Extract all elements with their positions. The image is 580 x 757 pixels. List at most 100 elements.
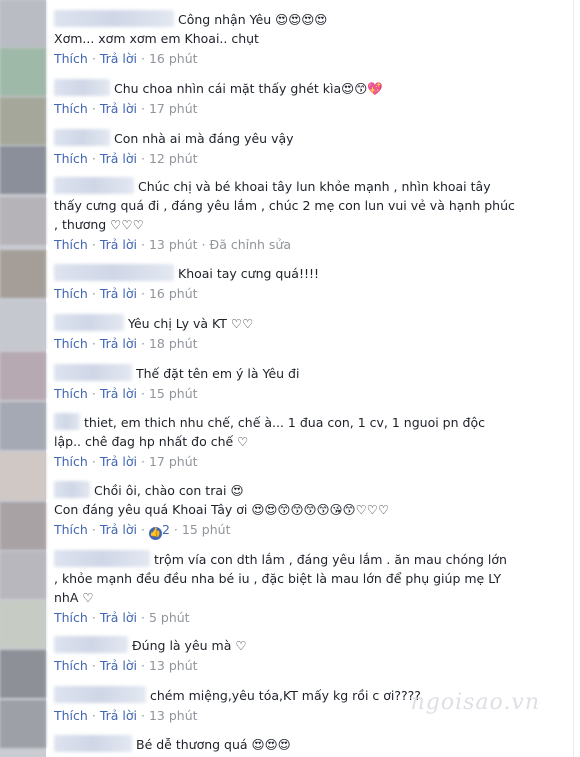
- avatar[interactable]: [0, 197, 46, 245]
- comment-actions: Thích · Trả lời · 13 phút: [54, 657, 570, 675]
- commenter-name[interactable]: [54, 314, 124, 331]
- like-link[interactable]: Thích: [54, 336, 88, 351]
- comment-actions: Thích · Trả lời · 👍2 · 15 phút: [54, 521, 570, 540]
- reply-link[interactable]: Trả lời: [100, 708, 137, 723]
- timestamp[interactable]: 13 phút: [149, 708, 198, 723]
- reply-link[interactable]: Trả lời: [100, 610, 137, 625]
- comment-actions: Thích · Trả lời · 16 phút: [54, 285, 570, 303]
- commenter-name[interactable]: [54, 10, 174, 27]
- like-count[interactable]: 2: [162, 522, 170, 537]
- avatar[interactable]: [0, 250, 46, 298]
- thumbs-up-icon: 👍: [148, 527, 162, 540]
- comment-text: Con nhà ai mà đáng yêu vậy: [114, 131, 294, 146]
- timestamp[interactable]: 17 phút: [149, 101, 198, 116]
- separator: ·: [140, 386, 145, 401]
- reply-link[interactable]: Trả lời: [100, 658, 137, 673]
- separator: ·: [140, 151, 145, 166]
- comment: trộm vía con dth lắm , đáng yêu lắm . ăn…: [54, 550, 570, 627]
- avatar[interactable]: [0, 97, 46, 145]
- comment: Đúng là yêu mà ♡ Thích · Trả lời · 13 phút: [54, 636, 570, 675]
- avatar[interactable]: [0, 650, 46, 698]
- commenter-name[interactable]: [54, 364, 132, 381]
- timestamp[interactable]: 12 phút: [149, 151, 198, 166]
- like-link[interactable]: Thích: [54, 101, 88, 116]
- separator: ·: [140, 101, 145, 116]
- comment-actions: Thích · Trả lời · 12 phút: [54, 150, 570, 168]
- reply-link[interactable]: Trả lời: [100, 101, 137, 116]
- separator: ·: [140, 708, 145, 723]
- separator: ·: [91, 386, 96, 401]
- separator: ·: [91, 151, 96, 166]
- comment: Thế đặt tên em ý là Yêu đi Thích · Trả lời…: [54, 364, 570, 403]
- avatar[interactable]: [0, 502, 46, 550]
- avatar[interactable]: [0, 302, 46, 350]
- timestamp[interactable]: 15 phút: [149, 386, 198, 401]
- reply-link[interactable]: Trả lời: [100, 522, 137, 537]
- separator: ·: [91, 237, 96, 252]
- comment-text: chém miệng,yêu tóa,KT mấy kg rồi c ơi???…: [150, 688, 421, 703]
- reply-link[interactable]: Trả lời: [100, 237, 137, 252]
- commenter-name[interactable]: [54, 79, 110, 96]
- timestamp[interactable]: 16 phút: [149, 51, 198, 66]
- separator: ·: [140, 658, 145, 673]
- timestamp[interactable]: 15 phút: [182, 522, 231, 537]
- commenter-name[interactable]: [54, 636, 128, 653]
- like-link[interactable]: Thích: [54, 151, 88, 166]
- commenter-name[interactable]: [54, 550, 150, 567]
- like-link[interactable]: Thích: [54, 454, 88, 469]
- avatar-column: [0, 0, 46, 757]
- like-link[interactable]: Thích: [54, 522, 88, 537]
- reply-link[interactable]: Trả lời: [100, 386, 137, 401]
- timestamp[interactable]: 13 phút: [149, 237, 198, 252]
- timestamp[interactable]: 16 phút: [149, 286, 198, 301]
- reply-link[interactable]: Trả lời: [100, 51, 137, 66]
- scroll-edge: [573, 0, 580, 757]
- like-link[interactable]: Thích: [54, 708, 88, 723]
- avatar[interactable]: [0, 48, 46, 96]
- avatar[interactable]: [0, 352, 46, 400]
- comment-text: Đúng là yêu mà ♡: [132, 638, 247, 653]
- reply-link[interactable]: Trả lời: [100, 454, 137, 469]
- timestamp[interactable]: 13 phút: [149, 658, 198, 673]
- like-link[interactable]: Thích: [54, 286, 88, 301]
- comment: Chồi ôi, chào con trai 😍 Con đáng yêu qu…: [54, 481, 570, 540]
- avatar[interactable]: [0, 146, 46, 194]
- avatar[interactable]: [0, 600, 46, 648]
- comment-text: Khoai tay cưng quá!!!!: [178, 266, 319, 281]
- commenter-name[interactable]: [54, 264, 174, 281]
- commenter-name[interactable]: [54, 686, 146, 703]
- timestamp[interactable]: 17 phút: [149, 454, 198, 469]
- avatar[interactable]: [0, 551, 46, 599]
- like-link[interactable]: Thích: [54, 51, 88, 66]
- avatar[interactable]: [0, 452, 46, 500]
- avatar[interactable]: [0, 402, 46, 450]
- commenter-name[interactable]: [54, 129, 110, 146]
- avatar[interactable]: [0, 0, 46, 48]
- edited-label[interactable]: Đã chỉnh sửa: [210, 237, 292, 252]
- commenter-name[interactable]: [54, 177, 134, 194]
- comment: Khoai tay cưng quá!!!! Thích · Trả lời · 16 …: [54, 264, 570, 303]
- comment-actions: Thích · Trả lời · 15 phút: [54, 385, 570, 403]
- like-link[interactable]: Thích: [54, 610, 88, 625]
- comment: Chúc chị và bé khoai tây lun khỏe mạnh ,…: [54, 177, 570, 254]
- like-link[interactable]: Thích: [54, 658, 88, 673]
- commenter-name[interactable]: [54, 413, 80, 430]
- separator: ·: [91, 454, 96, 469]
- separator: ·: [91, 101, 96, 116]
- comment-actions: Thích · Trả lời · 5 phút: [54, 609, 570, 627]
- timestamp[interactable]: 18 phút: [149, 336, 198, 351]
- comment-actions: Thích · Trả lời · 18 phút: [54, 335, 570, 353]
- like-link[interactable]: Thích: [54, 386, 88, 401]
- reply-link[interactable]: Trả lời: [100, 151, 137, 166]
- avatar[interactable]: [0, 700, 46, 748]
- comment-actions: Thích · Trả lời · 17 phút: [54, 100, 570, 118]
- reply-link[interactable]: Trả lời: [100, 286, 137, 301]
- timestamp[interactable]: 5 phút: [149, 610, 190, 625]
- comment: Công nhận Yêu 😍😍😍😍 Xơm... xơm xơm em Kho…: [54, 10, 570, 68]
- commenter-name[interactable]: [54, 481, 90, 498]
- watermark: ngoisao.vn: [410, 690, 540, 715]
- separator: ·: [140, 522, 145, 537]
- commenter-name[interactable]: [54, 735, 132, 752]
- reply-link[interactable]: Trả lời: [100, 336, 137, 351]
- like-link[interactable]: Thích: [54, 237, 88, 252]
